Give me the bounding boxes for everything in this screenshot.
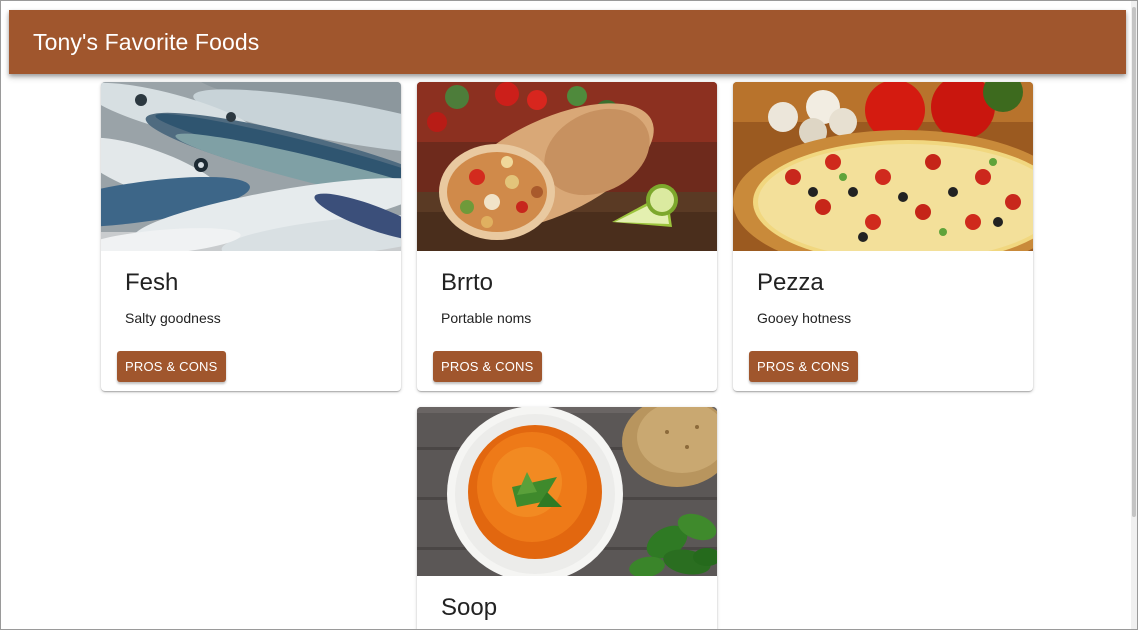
food-card-fesh: Fesh Salty goodness PROS & CONS [101,82,401,391]
app-bar: Tony's Favorite Foods [9,10,1126,74]
card-title: Brrto [441,269,494,296]
scrollbar[interactable] [1131,1,1137,629]
burrito-photo [417,82,717,251]
card-description: Gooey hotness [757,310,852,326]
app-title: Tony's Favorite Foods [33,28,260,55]
card-title: Pezza [757,269,824,296]
food-card-soop: Soop [417,407,717,629]
browser-viewport: Tony's Favorite Foods Fesh Salty goodnes… [0,0,1138,630]
scrollbar-thumb[interactable] [1132,7,1136,517]
card-title: Fesh [125,269,179,296]
pizza-photo [733,82,1033,251]
fish-photo [101,82,401,251]
card-description: Salty goodness [125,310,221,326]
card-description: Portable noms [441,310,532,326]
card-title: Soop [441,594,498,621]
pros-cons-button[interactable]: PROS & CONS [433,351,542,382]
soup-photo [417,407,717,576]
pros-cons-button[interactable]: PROS & CONS [749,351,858,382]
food-card-pezza: Pezza Gooey hotness PROS & CONS [733,82,1033,391]
food-card-brrto: Brrto Portable noms PROS & CONS [417,82,717,391]
pros-cons-button[interactable]: PROS & CONS [117,351,226,382]
